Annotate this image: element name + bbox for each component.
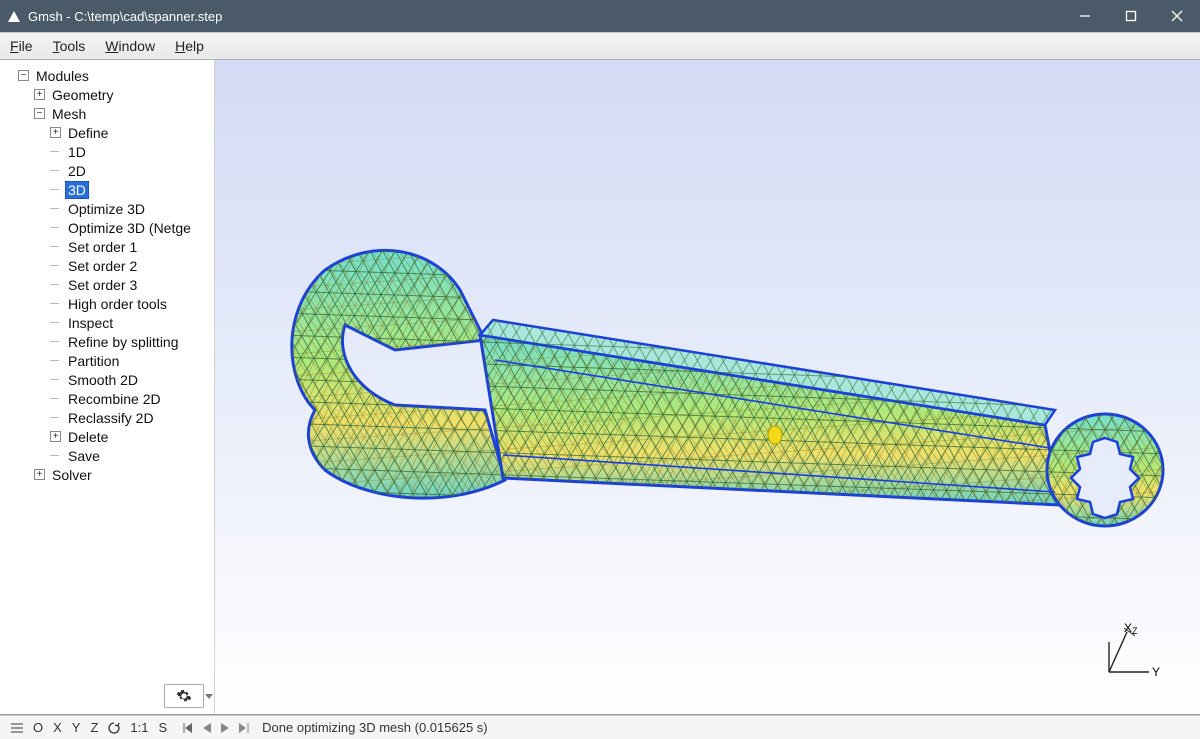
skip-end-icon <box>239 723 249 733</box>
tree-node-mesh[interactable]: −Mesh <box>0 104 214 123</box>
menubar: File Tools Window Help <box>0 32 1200 60</box>
options-gear-button[interactable] <box>164 684 204 708</box>
tree-item-2d[interactable]: 2D <box>0 161 214 180</box>
status-scale[interactable]: 1:1 <box>125 716 153 739</box>
menu-window[interactable]: Window <box>105 38 155 54</box>
tree-item-partition[interactable]: Partition <box>0 351 214 370</box>
tree-node-geometry[interactable]: +Geometry <box>0 85 214 104</box>
3d-viewport[interactable]: Y X Z <box>215 60 1200 714</box>
tree-item-set-order-1[interactable]: Set order 1 <box>0 237 214 256</box>
play-next-icon <box>221 723 229 733</box>
axis-triad: Y X Z <box>1094 624 1164 684</box>
hamburger-icon <box>11 722 23 734</box>
rotate-icon <box>108 722 120 734</box>
module-tree: −Modules +Geometry −Mesh +Define 1D <box>0 66 214 484</box>
status-prev-button[interactable] <box>198 716 216 739</box>
status-first-button[interactable] <box>178 716 198 739</box>
axis-y-label: Y <box>1152 665 1160 679</box>
maximize-button[interactable] <box>1108 0 1154 32</box>
play-prev-icon <box>203 723 211 733</box>
tree-item-1d[interactable]: 1D <box>0 142 214 161</box>
status-menu-icon[interactable] <box>6 716 28 739</box>
statusbar: O X Y Z 1:1 S Done optimizing 3D mesh (0… <box>0 715 1200 739</box>
status-view-o[interactable]: O <box>28 716 48 739</box>
menu-tools[interactable]: Tools <box>53 38 86 54</box>
tree-item-high-order-tools[interactable]: High order tools <box>0 294 214 313</box>
tree-item-recombine-2d[interactable]: Recombine 2D <box>0 389 214 408</box>
status-last-button[interactable] <box>234 716 254 739</box>
tree-item-inspect[interactable]: Inspect <box>0 313 214 332</box>
tree-item-set-order-2[interactable]: Set order 2 <box>0 256 214 275</box>
tree-item-save[interactable]: Save <box>0 446 214 465</box>
menu-help[interactable]: Help <box>175 38 204 54</box>
app-icon <box>8 11 20 22</box>
status-message: Done optimizing 3D mesh (0.015625 s) <box>262 720 487 735</box>
titlebar: Gmsh - C:\temp\cad\spanner.step <box>0 0 1200 32</box>
status-s-button[interactable]: S <box>154 716 173 739</box>
tree-node-delete[interactable]: +Delete <box>0 427 214 446</box>
tree-node-define[interactable]: +Define <box>0 123 214 142</box>
gear-icon <box>176 688 192 704</box>
main-area: −Modules +Geometry −Mesh +Define 1D <box>0 60 1200 715</box>
tree-item-smooth-2d[interactable]: Smooth 2D <box>0 370 214 389</box>
status-rotate-button[interactable] <box>103 716 125 739</box>
close-button[interactable] <box>1154 0 1200 32</box>
tree-item-optimize-3d-netgen[interactable]: Optimize 3D (Netge <box>0 218 214 237</box>
mesh-render <box>255 180 1165 550</box>
tree-item-optimize-3d[interactable]: Optimize 3D <box>0 199 214 218</box>
minimize-button[interactable] <box>1062 0 1108 32</box>
tree-node-solver[interactable]: +Solver <box>0 465 214 484</box>
menu-file[interactable]: File <box>10 38 33 54</box>
tree-node-modules[interactable]: −Modules <box>0 66 214 85</box>
status-next-button[interactable] <box>216 716 234 739</box>
status-view-z[interactable]: Z <box>85 716 103 739</box>
window-title: Gmsh - C:\temp\cad\spanner.step <box>28 9 222 24</box>
skip-start-icon <box>183 723 193 733</box>
tree-item-reclassify-2d[interactable]: Reclassify 2D <box>0 408 214 427</box>
sidebar: −Modules +Geometry −Mesh +Define 1D <box>0 60 215 714</box>
tree-item-set-order-3[interactable]: Set order 3 <box>0 275 214 294</box>
status-view-x[interactable]: X <box>48 716 67 739</box>
tree-item-refine-by-splitting[interactable]: Refine by splitting <box>0 332 214 351</box>
tree-item-3d[interactable]: 3D <box>0 180 214 199</box>
status-view-y[interactable]: Y <box>67 716 86 739</box>
